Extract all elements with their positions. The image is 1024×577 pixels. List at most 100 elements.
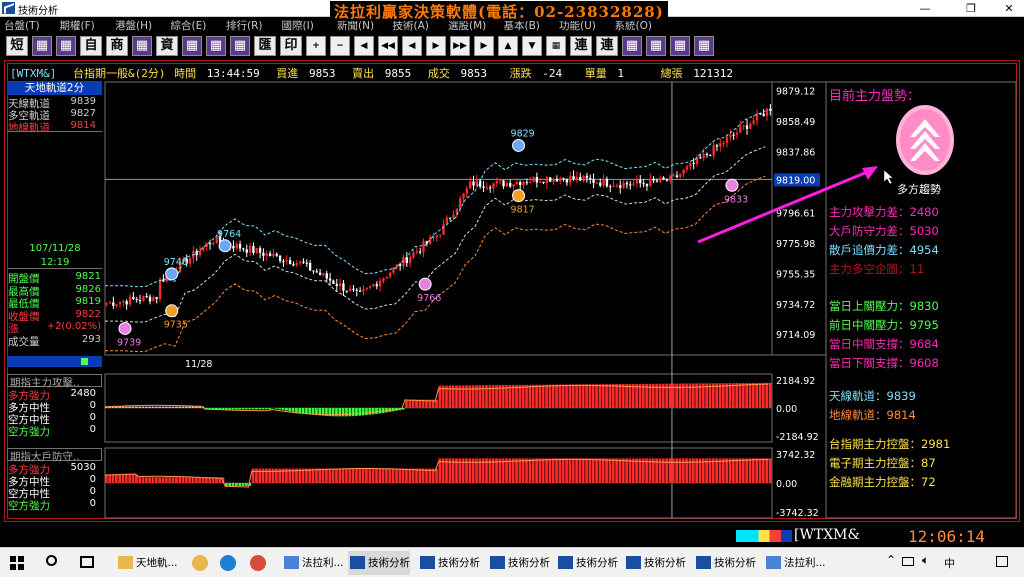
ind1-bar [751,382,755,408]
ind1-bar [531,384,535,408]
candle-body [512,184,515,187]
monitor-icon[interactable] [902,557,914,566]
ind2-bar [618,458,622,483]
ind1-bar [308,408,312,415]
candle-body [125,301,128,305]
taskbar-app-7[interactable]: 技術分析 [694,551,756,575]
candle-body [395,264,398,268]
speaker-icon[interactable]: 🔈︎ [922,553,929,568]
ind2-bar [175,477,178,483]
edge-icon[interactable] [220,555,236,571]
candle-body [575,176,579,180]
list3-row-0: 天線軌道：9839 [829,388,916,404]
ind1-bar [408,399,412,408]
ind1-tick-0: 2184.92 [776,376,815,387]
chevron-up-icon[interactable]: ⌃ [886,553,896,567]
ind2-bar [768,458,772,483]
price-tick-4: 9796.61 [776,208,815,219]
ind1-bar [245,408,248,410]
candle-body [452,214,455,218]
ind2-bar [728,458,732,483]
candle-body [559,178,562,182]
candle-body [128,296,132,305]
candle-body [358,290,362,292]
ind2-bar [518,458,522,483]
candle-body [679,173,682,178]
candle-body [629,184,632,186]
taskbar-app-3[interactable]: 技術分析 [418,551,480,575]
list3-label-0: 天線軌道： [829,389,887,403]
candle-body [278,255,282,262]
ind1-bar [115,406,118,408]
candle-body [515,181,519,185]
ind1-bar [711,383,715,408]
ind1-bar [635,383,638,408]
candle-body [422,241,425,252]
candle-body [569,176,572,183]
ime-indicator[interactable]: 中 [944,555,955,571]
taskbar-app-2[interactable]: 技術分析 [348,551,410,575]
ind1-bar [341,408,345,417]
ind2-bar [558,458,562,483]
taskbar-app-8[interactable]: 法拉利... [764,551,826,575]
ind1-bar [138,406,142,408]
candle-body [155,297,158,300]
ind2-bar [741,458,745,483]
candle-body [712,145,715,156]
ind2-bar [195,477,198,483]
candle-body [449,217,452,219]
candle-body [238,243,242,249]
ind2-bar [261,468,265,483]
chrome-icon[interactable] [250,555,266,571]
start-button[interactable] [10,556,24,570]
candle-body [465,188,469,194]
ind1-bar [231,408,235,410]
ind2-bar [595,458,598,483]
candle-body [662,177,665,180]
candle-body [418,251,422,253]
ind1-bar [638,383,642,408]
ind1-bar [305,408,308,414]
ind1-bar [585,384,588,408]
ind2-bar [335,468,338,483]
ind2-bar [765,458,768,483]
candle-body [745,125,749,129]
search-icon[interactable] [46,555,57,566]
taskbar-app-6[interactable]: 技術分析 [624,551,686,575]
signal-label-5: 9829 [511,128,535,139]
candle-body [682,169,685,174]
file-explorer-icon[interactable] [192,555,208,571]
candle-body [388,272,392,277]
ind1-bar [161,406,165,408]
taskbar-app-label-3: 技術分析 [438,557,480,569]
chart-app-icon [490,556,505,569]
ind1-bar [631,383,635,408]
taskbar-app-5[interactable]: 技術分析 [556,551,618,575]
taskbar-app-label-2: 技術分析 [368,557,410,569]
ind2-bar [145,477,148,483]
taskbar-app-0[interactable]: 天地軌... [116,551,178,575]
candle-body [562,178,565,180]
candle-body [752,120,755,124]
candle-body [282,261,285,263]
ind2-bar [571,458,575,483]
taskbar-app-1[interactable]: 法拉利... [282,551,344,575]
candle-body [445,217,449,224]
ind1-bar [565,384,568,408]
candle-body [235,243,238,249]
notification-icon[interactable] [996,556,1008,567]
candle-body [408,257,412,264]
candle-body [505,182,509,187]
candle-body [318,272,322,275]
ind1-bar [178,406,182,408]
candle-body [439,234,442,236]
ind2-bar [255,468,258,483]
task-view-icon[interactable] [80,556,94,568]
ind1-bar [235,408,238,410]
candle-body [365,287,368,290]
taskbar-app-4[interactable]: 技術分析 [488,551,550,575]
ind1-bar [295,408,298,413]
list4-row-1: 電子期主力控盤：87 [829,455,936,471]
ind1-bar [355,408,358,416]
ind2-bar [751,458,755,483]
